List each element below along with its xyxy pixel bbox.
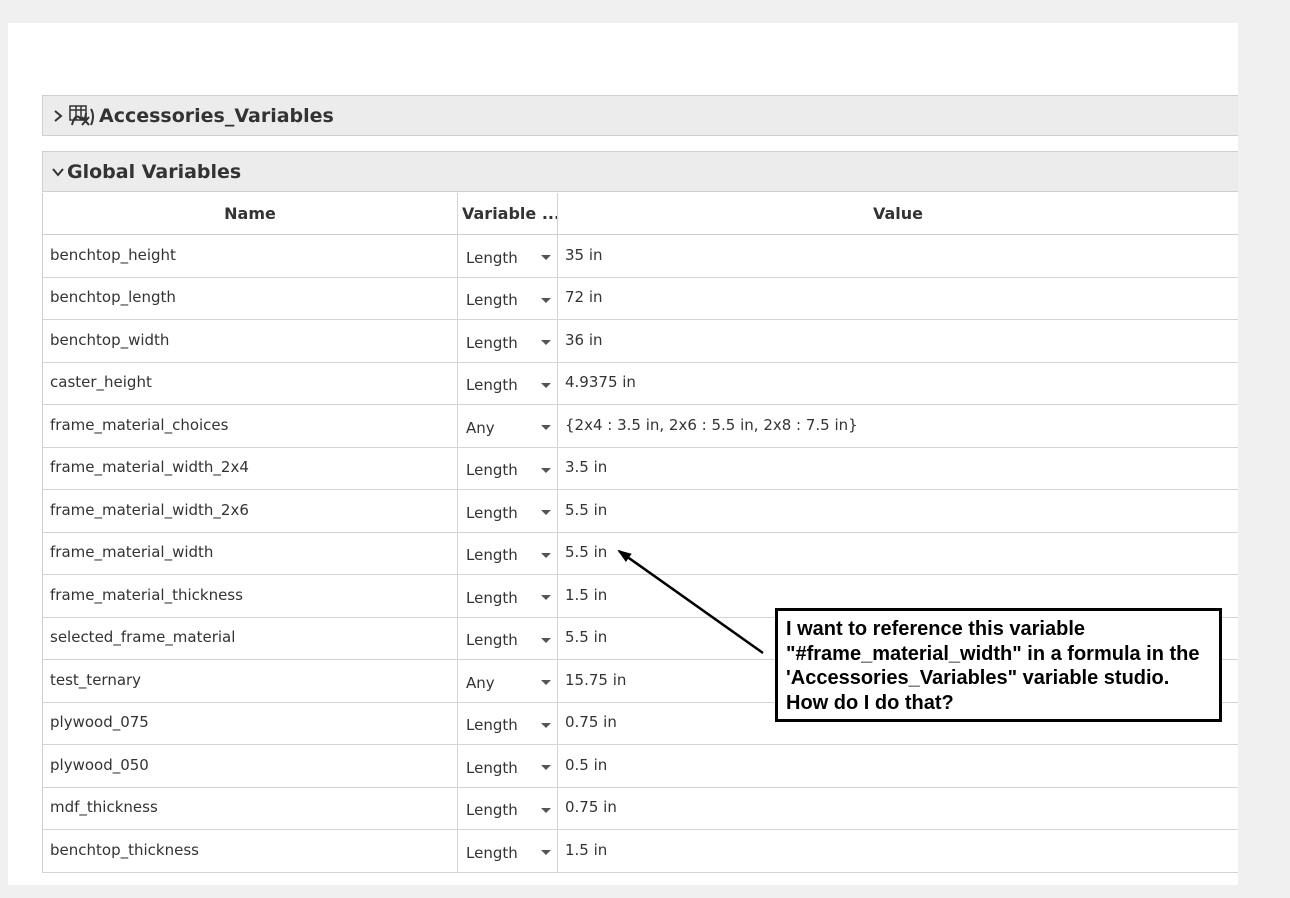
caret-down-icon[interactable] [541,510,551,516]
variable-name-cell[interactable]: plywood_075 [43,702,458,744]
variable-studio-icon [69,104,95,127]
variable-name-cell[interactable]: frame_material_width [43,532,458,574]
variable-type-label: Any [466,673,495,692]
variable-value-cell[interactable]: 3.5 in [558,448,1238,490]
variable-type-select[interactable]: Length [458,362,558,404]
variable-type-label: Length [466,376,518,395]
variable-type-label: Any [466,418,495,437]
section-title: Accessories_Variables [99,104,334,127]
chevron-right-icon[interactable] [49,109,67,123]
variable-name-cell[interactable]: benchtop_thickness [43,830,458,872]
variable-name-cell[interactable]: frame_material_thickness [43,575,458,617]
caret-down-icon[interactable] [541,382,551,388]
table-row[interactable]: benchtop_length Length 72 in [42,277,1238,320]
table-header-row: Name Variable ... Value [42,193,1238,235]
caret-down-icon[interactable] [541,637,551,643]
variable-type-select[interactable]: Length [458,277,558,319]
variable-type-select[interactable]: Length [458,235,558,277]
variable-name-cell[interactable]: test_ternary [43,660,458,702]
variable-type-label: Length [466,503,518,522]
chevron-down-icon[interactable] [49,167,67,177]
table-row[interactable]: frame_material_width_2x6 Length 5.5 in [42,490,1238,533]
variable-value-cell[interactable]: {2x4 : 3.5 in, 2x6 : 5.5 in, 2x8 : 7.5 i… [558,405,1238,447]
variable-type-select[interactable]: Length [458,447,558,489]
variable-type-select[interactable]: Any [458,405,558,447]
variable-type-label: Length [466,588,518,607]
variable-type-select[interactable]: Length [458,532,558,574]
table-row[interactable]: frame_material_choices Any {2x4 : 3.5 in, … [42,405,1238,448]
variable-value-cell[interactable]: 72 in [558,278,1238,320]
variable-type-select[interactable]: Length [458,787,558,829]
caret-down-icon[interactable] [541,850,551,856]
variable-value-cell[interactable]: 5.5 in [558,490,1238,532]
variable-type-label: Length [466,248,518,267]
table-row[interactable]: benchtop_width Length 36 in [42,320,1238,363]
caret-down-icon[interactable] [541,722,551,728]
variable-value-cell[interactable]: 35 in [558,235,1238,277]
variable-type-label: Length [466,291,518,310]
variable-name-cell[interactable]: mdf_thickness [43,787,458,829]
variable-name-cell[interactable]: selected_frame_material [43,617,458,659]
variable-value-cell[interactable]: 0.75 in [558,788,1238,830]
table-row[interactable]: frame_material_width_2x4 Length 3.5 in [42,447,1238,490]
variables-table: Name Variable ... Value benchtop_height L… [42,193,1238,873]
caret-down-icon[interactable] [541,425,551,431]
variable-type-select[interactable]: Length [458,830,558,872]
accessories-variables-section[interactable]: Accessories_Variables [42,95,1238,136]
variable-type-label: Length [466,758,518,777]
table-row[interactable]: frame_material_width Length 5.5 in [42,532,1238,575]
variable-type-select[interactable]: Length [458,617,558,659]
variable-value-cell[interactable]: 5.5 in [558,533,1238,575]
variable-value-cell[interactable]: 0.5 in [558,745,1238,787]
caret-down-icon[interactable] [541,552,551,558]
variable-name-cell[interactable]: benchtop_height [43,235,458,277]
caret-down-icon[interactable] [541,255,551,261]
variable-type-label: Length [466,546,518,565]
column-header-variable-type[interactable]: Variable ... [458,193,558,234]
table-row[interactable]: caster_height Length 4.9375 in [42,362,1238,405]
caret-down-icon[interactable] [541,765,551,771]
variable-type-label: Length [466,716,518,735]
variable-type-label: Length [466,843,518,862]
variable-type-select[interactable]: Any [458,660,558,702]
variable-type-label: Length [466,333,518,352]
global-variables-section[interactable]: Global Variables [42,151,1238,192]
variable-type-select[interactable]: Length [458,490,558,532]
variable-name-cell[interactable]: frame_material_choices [43,405,458,447]
table-row[interactable]: benchtop_height Length 35 in [42,235,1238,278]
caret-down-icon[interactable] [541,807,551,813]
variable-value-cell[interactable]: 1.5 in [558,830,1238,872]
caret-down-icon[interactable] [541,595,551,601]
column-header-value[interactable]: Value [558,193,1238,234]
variable-value-cell[interactable]: 4.9375 in [558,363,1238,405]
table-row[interactable]: benchtop_thickness Length 1.5 in [42,830,1238,873]
variable-type-label: Length [466,461,518,480]
variable-name-cell[interactable]: frame_material_width_2x4 [43,447,458,489]
variable-type-select[interactable]: Length [458,745,558,787]
variable-name-cell[interactable]: benchtop_width [43,320,458,362]
caret-down-icon[interactable] [541,297,551,303]
variable-type-label: Length [466,631,518,650]
caret-down-icon[interactable] [541,467,551,473]
annotation-callout: I want to reference this variable "#fram… [775,608,1222,722]
section-title: Global Variables [67,160,242,183]
variable-value-cell[interactable]: 36 in [558,320,1238,362]
variable-type-select[interactable]: Length [458,702,558,744]
variable-name-cell[interactable]: caster_height [43,362,458,404]
caret-down-icon[interactable] [541,340,551,346]
column-header-name[interactable]: Name [43,193,458,234]
variable-name-cell[interactable]: frame_material_width_2x6 [43,490,458,532]
variable-type-select[interactable]: Length [458,575,558,617]
caret-down-icon[interactable] [541,680,551,686]
variable-name-cell[interactable]: benchtop_length [43,277,458,319]
table-row[interactable]: plywood_050 Length 0.5 in [42,745,1238,788]
variable-studio-panel: Accessories_Variables Global Variables N… [8,23,1238,885]
table-row[interactable]: mdf_thickness Length 0.75 in [42,787,1238,830]
variable-type-label: Length [466,801,518,820]
variable-name-cell[interactable]: plywood_050 [43,745,458,787]
variable-type-select[interactable]: Length [458,320,558,362]
